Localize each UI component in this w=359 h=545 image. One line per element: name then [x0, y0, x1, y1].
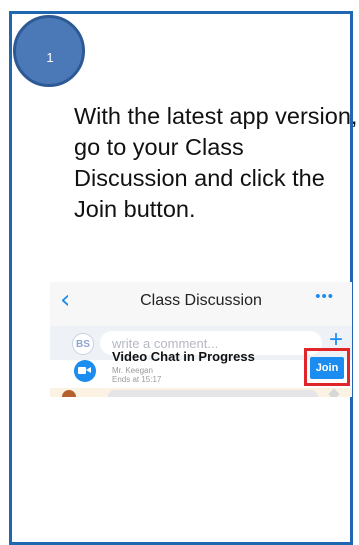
avatar — [62, 390, 76, 397]
avatar: BS — [72, 333, 94, 355]
avatar-initials: BS — [76, 338, 90, 350]
message-bubble — [108, 390, 318, 397]
ellipsis-icon[interactable]: ••• — [315, 288, 334, 305]
step-number-badge: 1 — [13, 15, 85, 87]
join-highlight-box: Join — [304, 348, 350, 386]
video-chat-title: Video Chat in Progress — [112, 349, 255, 364]
video-chat-teacher: Mr. Keegan — [112, 366, 153, 375]
nav-title: Class Discussion — [140, 292, 262, 309]
instruction-card: 1 With the latest app version, go to you… — [9, 11, 357, 545]
video-camera-icon — [74, 360, 96, 382]
instruction-text: With the latest app version, go to your … — [74, 103, 358, 222]
join-button[interactable]: Join — [310, 357, 344, 379]
video-chat-end-time: Ends at 15:17 — [112, 375, 162, 384]
app-screenshot: ‹ Class Discussion ••• BS + Video Chat i… — [50, 282, 352, 397]
step-number: 1 — [46, 49, 54, 65]
nav-bar: ‹ Class Discussion ••• — [50, 282, 352, 326]
